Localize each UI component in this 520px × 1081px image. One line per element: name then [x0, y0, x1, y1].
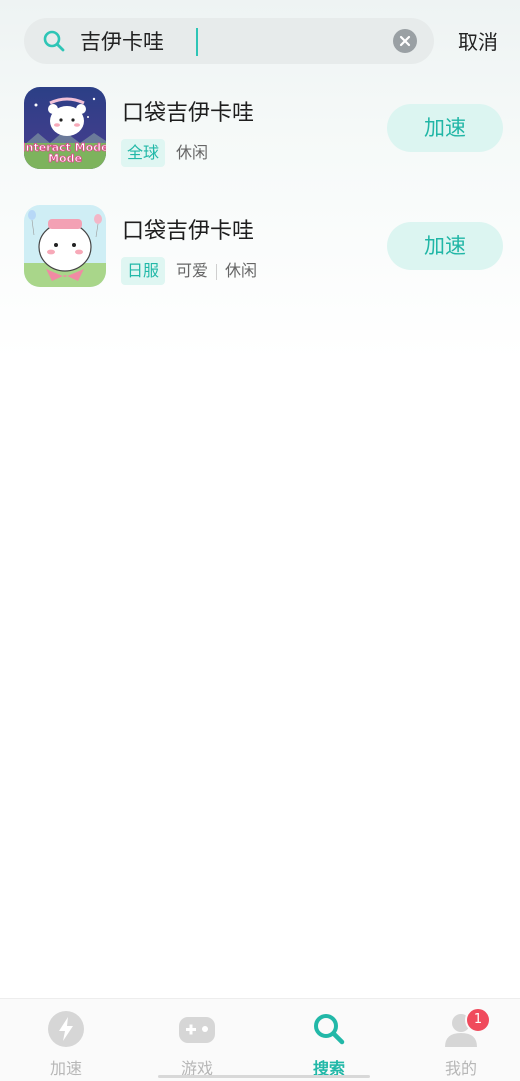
home-indicator — [158, 1075, 370, 1078]
game-icon — [24, 205, 106, 287]
nav-label: 我的 — [444, 1059, 477, 1078]
search-icon — [314, 1014, 345, 1045]
game-icon: Interact Mode Mode — [24, 87, 106, 169]
genre-tags: 休闲 — [176, 139, 208, 167]
lightning-icon — [48, 1011, 84, 1047]
clear-search-button[interactable] — [393, 29, 417, 53]
game-title: 口袋吉伊卡哇 — [122, 101, 255, 126]
cancel-button[interactable]: 取消 — [458, 26, 498, 55]
genre-tag: 可爱 — [176, 261, 209, 280]
tag-divider — [216, 263, 218, 280]
close-icon — [399, 35, 411, 47]
notification-badge: 1 — [465, 1007, 491, 1033]
text-cursor — [196, 28, 198, 56]
genre-tag: 休闲 — [176, 143, 209, 162]
search-result-item[interactable]: Interact Mode Mode 口袋吉伊卡哇 全球 休闲 加速 — [0, 87, 520, 177]
nav-item-accelerate[interactable]: 加速 — [14, 999, 118, 1081]
search-bar[interactable] — [24, 18, 434, 64]
search-icon — [43, 30, 65, 52]
genre-tag: 休闲 — [225, 261, 258, 280]
nav-item-profile[interactable]: 1 我的 — [409, 999, 513, 1081]
game-title: 口袋吉伊卡哇 — [122, 219, 255, 244]
accelerate-button[interactable]: 加速 — [387, 104, 503, 152]
search-input[interactable] — [80, 24, 380, 58]
nav-label: 加速 — [49, 1059, 82, 1078]
search-result-item[interactable]: 口袋吉伊卡哇 日服 可爱 休闲 加速 — [0, 205, 520, 295]
bottom-nav: 加速 游戏 搜索 1 我的 — [0, 998, 520, 1081]
region-tag: 日服 — [121, 257, 166, 285]
region-tag: 全球 — [121, 139, 166, 167]
nav-item-search[interactable]: 搜索 — [277, 999, 381, 1081]
genre-tags: 可爱 休闲 — [176, 257, 257, 285]
gamepad-icon — [179, 1017, 215, 1043]
nav-item-games[interactable]: 游戏 — [145, 999, 249, 1081]
svg-text:Mode: Mode — [48, 152, 82, 165]
accelerate-button[interactable]: 加速 — [387, 222, 503, 270]
